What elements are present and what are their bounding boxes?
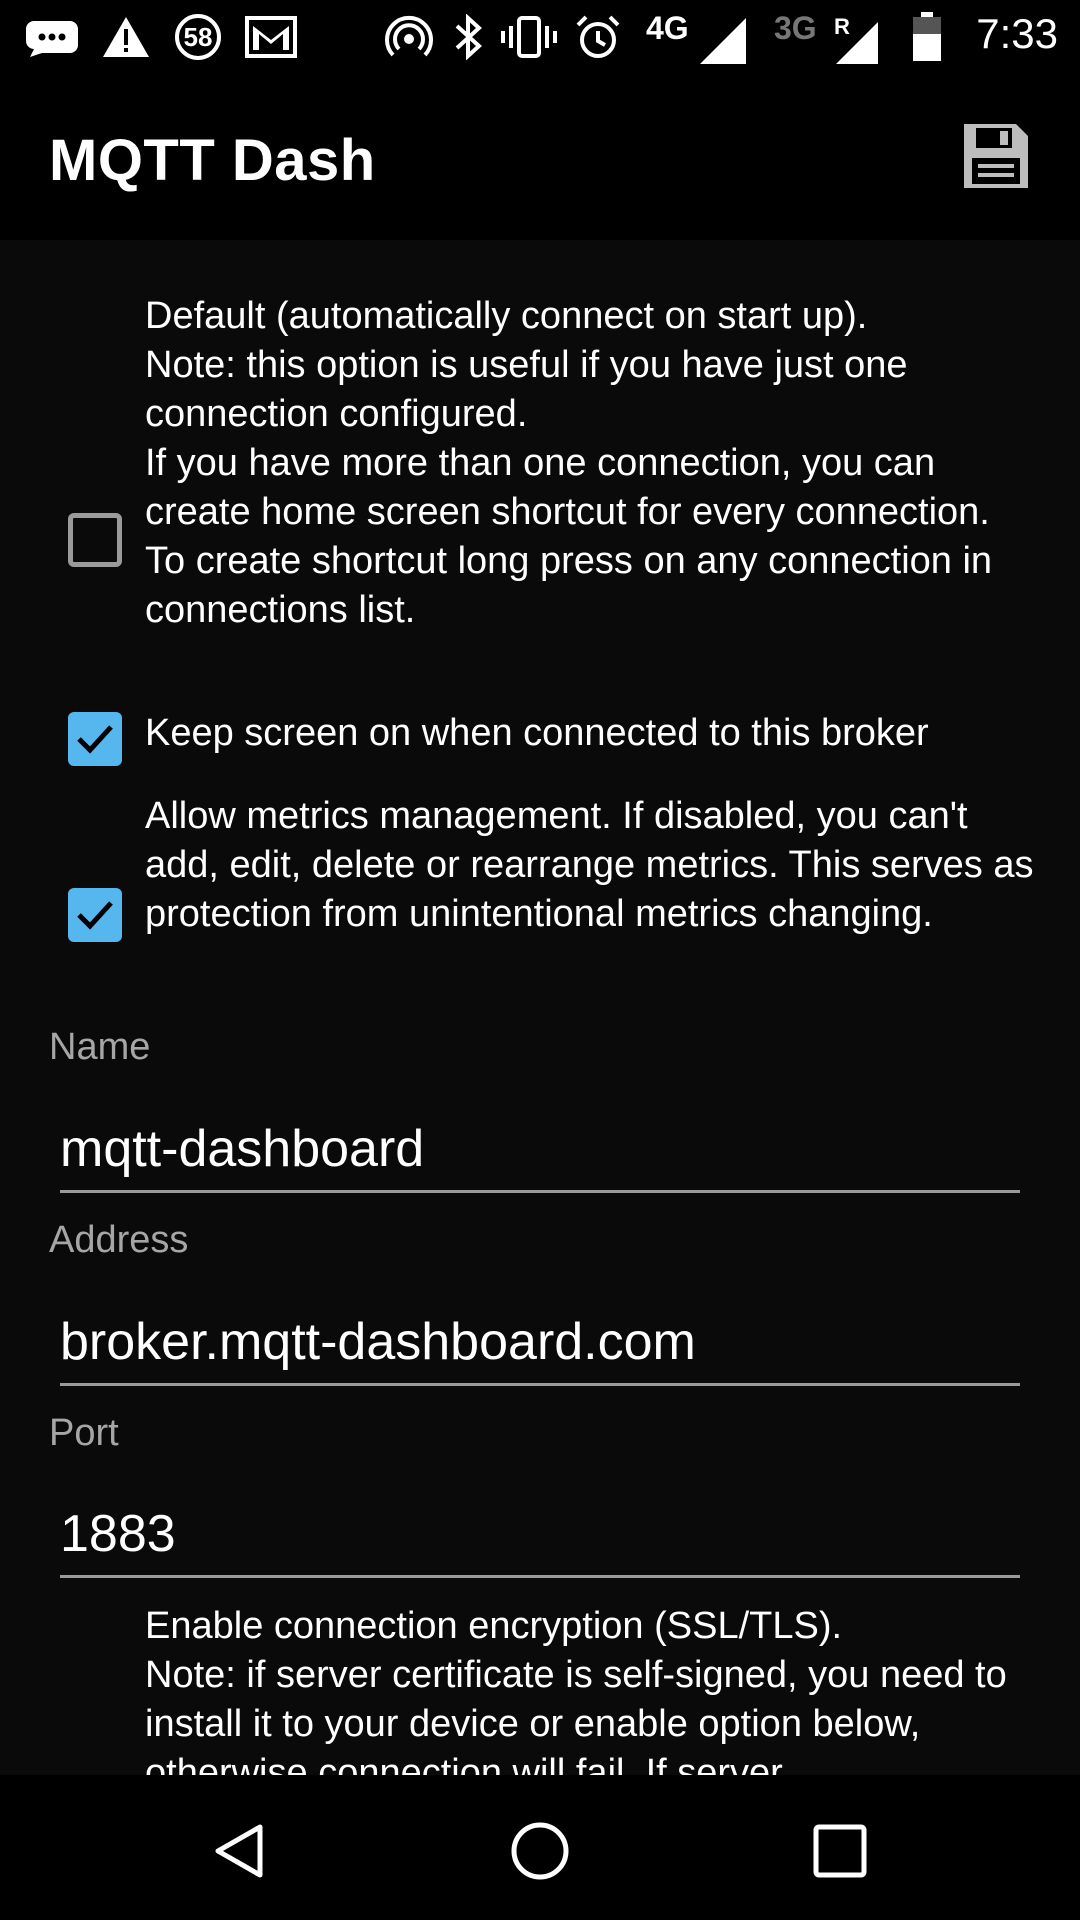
alarm-icon	[574, 12, 622, 62]
clock: 7:33	[976, 10, 1058, 57]
save-button[interactable]	[960, 120, 1032, 192]
checkmark-icon	[77, 725, 113, 754]
page-title: MQTT Dash	[49, 128, 376, 193]
warning-icon	[100, 12, 152, 62]
recents-icon	[813, 1824, 867, 1878]
name-label: Name	[49, 1026, 151, 1068]
recents-button[interactable]	[800, 1811, 880, 1891]
name-input[interactable]	[60, 1110, 1020, 1188]
metrics-management-checkbox[interactable]	[68, 888, 122, 942]
option-default-connect: Default (automatically connect on start …	[0, 292, 1080, 631]
navigation-bar	[0, 1775, 1080, 1920]
address-label: Address	[49, 1219, 189, 1261]
bluetooth-icon	[448, 12, 488, 62]
home-button[interactable]	[500, 1811, 580, 1891]
badge-58-icon: 58	[172, 12, 224, 62]
home-icon	[511, 1822, 569, 1880]
keep-screen-on-checkbox[interactable]	[68, 712, 122, 766]
keep-screen-on-label: Keep screen on when connected to this br…	[145, 712, 929, 754]
port-field[interactable]	[60, 1495, 1020, 1578]
option-keep-screen-on: Keep screen on when connected to this br…	[0, 712, 1080, 772]
notification-count: 58	[183, 21, 213, 52]
hotspot-icon	[384, 12, 434, 62]
checkmark-icon	[77, 901, 113, 930]
battery-icon	[910, 12, 944, 62]
gmail-icon	[244, 12, 298, 62]
default-connect-label: Default (automatically connect on start …	[145, 295, 993, 631]
name-field[interactable]	[60, 1110, 1020, 1193]
more-notifications-icon	[22, 12, 82, 62]
default-connect-checkbox[interactable]	[68, 513, 122, 567]
status-bar: 58 4G 3G R 7:33	[0, 0, 1080, 75]
app-bar: MQTT Dash	[0, 75, 1080, 240]
address-field[interactable]	[60, 1303, 1020, 1386]
port-label: Port	[49, 1412, 119, 1454]
connection-settings-form[interactable]: Default (automatically connect on start …	[0, 240, 1080, 1775]
encryption-label: Enable connection encryption (SSL/TLS). …	[145, 1605, 1007, 1775]
save-icon	[964, 124, 1028, 188]
signal-4g-icon: 4G	[640, 10, 750, 64]
signal-3g-roaming-icon: 3G R	[772, 10, 882, 64]
option-encryption: Enable connection encryption (SSL/TLS). …	[0, 1602, 1080, 1775]
port-input[interactable]	[60, 1495, 1020, 1573]
back-button[interactable]	[200, 1811, 280, 1891]
back-icon	[215, 1824, 263, 1878]
option-metrics-management: Allow metrics management. If disabled, y…	[0, 792, 1080, 992]
metrics-management-label: Allow metrics management. If disabled, y…	[145, 795, 1034, 935]
address-input[interactable]	[60, 1303, 1020, 1381]
vibrate-icon	[500, 12, 558, 62]
